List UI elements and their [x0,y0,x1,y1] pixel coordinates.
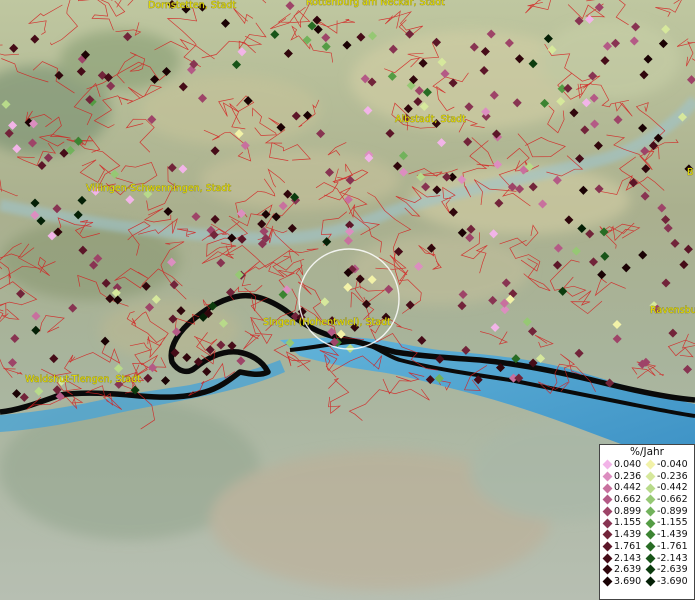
legend-rows: 0.040 -0.040 0.236 -0.236 0.442 -0.442 0.662 -0… [600,459,694,588]
label-albstadt: Albstadt, Stadt [395,114,466,125]
legend-value-negative: -0.662 [657,494,688,506]
legend-value-negative: -0.236 [657,470,688,482]
legend-value-negative: -2.639 [657,564,688,576]
legend-value-positive: 1.761 [614,540,642,552]
legend-swatch-positive [602,494,613,505]
legend-swatch-negative [645,483,656,494]
legend-row: 2.639 -2.639 [600,564,694,576]
legend-value-positive: 0.236 [614,470,642,482]
legend-swatch-negative [645,459,656,470]
legend-swatch-negative [645,541,656,552]
legend-row: 1.155 -1.155 [600,517,694,529]
legend-row: 3.690 -3.690 [600,576,694,588]
label-b-edge: B [687,167,694,178]
legend-value-positive: 1.439 [614,529,642,541]
legend-value-negative: -0.899 [657,505,688,517]
legend-swatch-positive [602,459,613,470]
legend-value-negative: -1.155 [657,517,688,529]
legend-swatch-negative [645,518,656,529]
label-rottenburg: Rottenburg am Neckar, Stadt [306,0,445,8]
label-singen: Singen (Hohentwiel), Stadt [263,317,391,328]
legend-swatch-positive [602,471,613,482]
legend-swatch-positive [602,564,613,575]
legend-row: 0.899 -0.899 [600,506,694,518]
legend-row: 1.761 -1.761 [600,541,694,553]
legend-swatch-negative [645,564,656,575]
label-waldshut: Waldshut-Tiengen, Stadt [25,374,141,385]
legend-title: %/Jahr [629,446,665,458]
legend-swatch-positive [602,483,613,494]
legend-value-positive: 0.899 [614,505,642,517]
legend-row: 0.662 -0.662 [600,494,694,506]
legend-swatch-positive [602,576,613,587]
legend-value-negative: -2.143 [657,552,688,564]
legend-swatch-negative [645,553,656,564]
legend-value-negative: -1.761 [657,540,688,552]
map-legend: %/Jahr 0.040 -0.040 0.236 -0.236 0.442 -0.442… [599,444,695,600]
legend-swatch-negative [645,529,656,540]
legend-swatch-positive [602,541,613,552]
legend-value-positive: 0.040 [614,459,642,470]
legend-value-negative: -0.442 [657,482,688,494]
map-canvas[interactable]: Dornstetten, Stadt Rottenburg am Neckar,… [0,0,695,600]
legend-swatch-positive [602,518,613,529]
legend-swatch-positive [602,553,613,564]
legend-row: 0.442 -0.442 [600,482,694,494]
label-villingen: Villingen-Schwenningen, Stadt [86,183,231,194]
legend-value-positive: 3.690 [614,575,642,587]
legend-swatch-positive [602,506,613,517]
legend-swatch-negative [645,506,656,517]
label-dornstetten: Dornstetten, Stadt [148,0,236,11]
legend-value-positive: 2.143 [614,552,642,564]
legend-value-positive: 0.442 [614,482,642,494]
legend-swatch-negative [645,576,656,587]
legend-row: 0.236 -0.236 [600,471,694,483]
legend-value-negative: -1.439 [657,529,688,541]
legend-row: 1.439 -1.439 [600,529,694,541]
legend-swatch-negative [645,494,656,505]
legend-value-negative: -3.690 [657,575,688,587]
label-ravensburg: Ravensbu [650,305,695,316]
legend-value-positive: 2.639 [614,564,642,576]
legend-value-positive: 0.662 [614,494,642,506]
legend-row: 0.040 -0.040 [600,459,694,471]
legend-swatch-negative [645,471,656,482]
legend-row: 2.143 -2.143 [600,553,694,565]
legend-value-positive: 1.155 [614,517,642,529]
legend-swatch-positive [602,529,613,540]
legend-value-negative: -0.040 [657,459,688,470]
